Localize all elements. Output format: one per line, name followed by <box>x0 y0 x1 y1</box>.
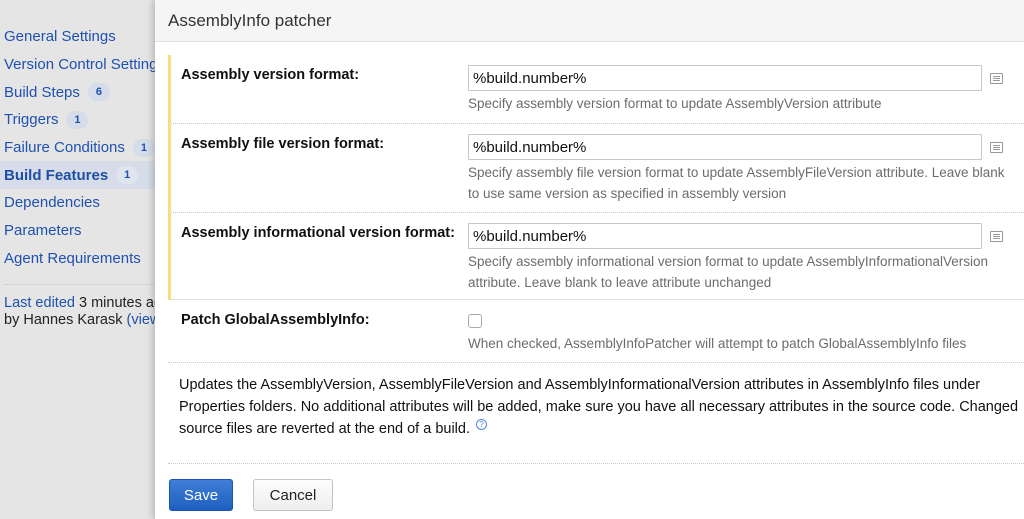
sidebar-nav: General Settings Version Control Setting… <box>0 23 160 329</box>
sidebar-item-label: Agent Requirements <box>4 249 141 267</box>
field-hint: Specify assembly file version format to … <box>468 165 1005 201</box>
dialog-title: AssemblyInfo patcher <box>168 10 332 30</box>
count-badge: 6 <box>87 83 110 102</box>
field-hint: When checked, AssemblyInfoPatcher will a… <box>468 336 967 351</box>
parameter-list-icon[interactable] <box>990 230 1003 242</box>
field-label: Assembly file version format: <box>181 136 385 152</box>
build-feature-dialog: AssemblyInfo patcher Assembly version fo… <box>155 0 1024 519</box>
last-edited-link[interactable]: Last edited <box>4 295 75 311</box>
help-icon[interactable]: ? <box>476 419 488 431</box>
sidebar-item-label: Dependencies <box>4 194 100 212</box>
last-edited-by: by Hannes Karask <box>4 312 127 329</box>
sidebar-divider <box>4 284 154 286</box>
description-text: Updates the AssemblyVersion, AssemblyFil… <box>179 377 1019 437</box>
feature-description: Updates the AssemblyVersion, AssemblyFil… <box>179 374 1019 440</box>
feature-form: Assembly version format: Specify assembl… <box>168 55 1024 363</box>
dialog-header: AssemblyInfo patcher <box>155 0 1024 42</box>
sidebar-item-label: Failure Conditions <box>4 139 125 157</box>
assembly-informational-version-row: Assembly informational version format: S… <box>168 212 1024 300</box>
count-badge: 1 <box>116 166 139 185</box>
sidebar-item-triggers[interactable]: Triggers 1 <box>0 106 160 134</box>
assembly-version-input[interactable] <box>468 65 982 91</box>
sidebar-item-label: Parameters <box>4 222 82 240</box>
field-label: Assembly informational version format: <box>181 225 455 241</box>
field-hint: Specify assembly informational version f… <box>468 254 989 290</box>
save-button[interactable]: Save <box>169 479 233 511</box>
field-hint: Specify assembly version format to updat… <box>468 96 882 111</box>
sidebar-item-build-steps[interactable]: Build Steps 6 <box>0 78 160 106</box>
sidebar-item-general-settings[interactable]: General Settings <box>0 23 160 51</box>
sidebar-item-label: Version Control Settings <box>4 56 160 74</box>
sidebar-item-dependencies[interactable]: Dependencies <box>0 189 160 217</box>
sidebar-item-label: Build Features <box>4 166 109 184</box>
sidebar-item-label: Triggers <box>4 111 59 129</box>
settings-sidebar: General Settings Version Control Setting… <box>0 0 160 519</box>
sidebar-item-parameters[interactable]: Parameters <box>0 217 160 245</box>
patch-global-assemblyinfo-row: Patch GlobalAssemblyInfo: When checked, … <box>168 300 1024 363</box>
patch-global-assemblyinfo-checkbox[interactable] <box>468 314 482 328</box>
footer-divider <box>168 463 1024 464</box>
sidebar-item-build-features[interactable]: Build Features 1 <box>0 161 160 190</box>
count-badge: 1 <box>66 110 89 129</box>
parameter-list-icon[interactable] <box>990 141 1003 153</box>
sidebar-item-label: Build Steps <box>4 83 80 101</box>
sidebar-item-agent-requirements[interactable]: Agent Requirements <box>0 245 160 273</box>
sidebar-item-label: General Settings <box>4 28 116 46</box>
assembly-file-version-input[interactable] <box>468 134 982 160</box>
sidebar-item-version-control-settings[interactable]: Version Control Settings <box>0 51 160 79</box>
assembly-informational-version-input[interactable] <box>468 223 982 249</box>
parameter-list-icon[interactable] <box>990 72 1003 84</box>
last-edited-time: 3 minutes ago <box>78 295 155 312</box>
sidebar-item-failure-conditions[interactable]: Failure Conditions 1 <box>0 134 160 162</box>
last-edited-info: Last edited 3 minutes ago by Hannes Kara… <box>0 295 155 329</box>
count-badge: 1 <box>132 138 155 157</box>
cancel-button[interactable]: Cancel <box>253 479 333 511</box>
view-history-link[interactable]: (view history) <box>127 312 155 328</box>
field-label: Assembly version format: <box>181 67 360 83</box>
assembly-version-row: Assembly version format: Specify assembl… <box>168 55 1024 123</box>
assembly-file-version-row: Assembly file version format: Specify as… <box>168 123 1024 212</box>
field-label: Patch GlobalAssemblyInfo: <box>181 312 370 328</box>
